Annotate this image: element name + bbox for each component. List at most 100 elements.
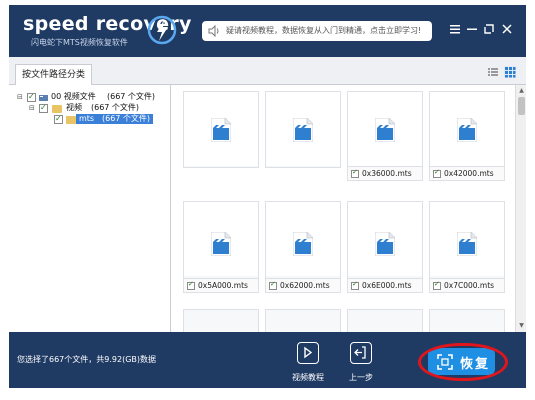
- file-card-footer: 0x7C000.mts: [430, 278, 504, 292]
- menu-icon: [450, 25, 460, 34]
- video-file-icon: [293, 232, 313, 256]
- file-card[interactable]: [183, 309, 259, 332]
- file-thumbnail: [348, 92, 422, 166]
- minimize-icon: [467, 28, 477, 30]
- tree-mts-count: (667 个文件): [102, 114, 151, 123]
- file-card[interactable]: [347, 309, 423, 332]
- file-thumbnail: [430, 92, 504, 166]
- file-card[interactable]: 0x42000.mts: [429, 91, 505, 181]
- file-name: 0x62000.mts: [280, 281, 330, 290]
- menu-button[interactable]: [448, 22, 462, 36]
- file-checkbox[interactable]: [187, 280, 195, 290]
- video-file-icon: [375, 118, 395, 142]
- file-grid: 0x36000.mts 0x42000.mts: [172, 85, 515, 332]
- file-card[interactable]: 0x5A000.mts: [183, 201, 259, 293]
- app-window: speed recovery 闪电蛇下MTS视频恢复软件 疑请视频教程，数据恢复…: [9, 5, 526, 388]
- previous-step-button[interactable]: 上一步: [341, 338, 381, 384]
- back-arrow-icon: [354, 346, 366, 359]
- file-thumbnail: [266, 202, 340, 276]
- file-card[interactable]: 0x6E000.mts: [347, 201, 423, 293]
- file-name: 0x6E000.mts: [362, 281, 412, 290]
- video-file-icon: [293, 118, 313, 142]
- tab-bar: 按文件路径分类: [9, 57, 526, 86]
- folder-icon: [66, 116, 76, 124]
- tree-node-mts[interactable]: mts (667 个文件): [54, 114, 169, 125]
- file-card[interactable]: [183, 91, 259, 168]
- lightning-logo-icon: [147, 15, 177, 45]
- folder-tree: ⊟ 00 视频文件 (667 个文件) ⊟ 视频 (667 个文件) mts: [9, 85, 171, 332]
- file-card-footer: 0x5A000.mts: [184, 278, 258, 292]
- video-file-icon: [375, 232, 395, 256]
- collapse-icon[interactable]: ⊟: [17, 93, 23, 101]
- selection-status: 您选择了667个文件，共9.92(GB)数据: [17, 355, 157, 364]
- video-tutorial-label: 视频教程: [292, 373, 324, 382]
- list-view-icon[interactable]: [487, 66, 499, 78]
- restore-icon: [484, 24, 494, 34]
- drive-icon: [39, 95, 48, 101]
- notice-text: 疑请视频教程，数据恢复从入门到精通，点击立即学习!: [226, 26, 422, 35]
- file-thumbnail: [266, 92, 340, 166]
- file-checkbox[interactable]: [433, 280, 441, 290]
- scroll-thumb[interactable]: [518, 97, 525, 115]
- footer-bar: 您选择了667个文件，共9.92(GB)数据 视频教程 上一步 恢复: [9, 332, 526, 388]
- file-name: 0x42000.mts: [444, 169, 494, 178]
- back-icon: [350, 342, 372, 364]
- minimize-button[interactable]: [465, 22, 479, 36]
- scroll-down-icon[interactable]: ▼: [517, 321, 526, 330]
- file-card[interactable]: [265, 91, 341, 168]
- folder-icon: [52, 105, 62, 113]
- file-name: 0x7C000.mts: [444, 281, 495, 290]
- file-thumbnail: [430, 202, 504, 276]
- file-card-footer: 0x6E000.mts: [348, 278, 422, 292]
- video-file-icon: [211, 118, 231, 142]
- file-checkbox[interactable]: [269, 280, 277, 290]
- title-bar: speed recovery 闪电蛇下MTS视频恢复软件 疑请视频教程，数据恢复…: [9, 5, 526, 57]
- tree-root-count: (667 个文件): [107, 92, 156, 101]
- file-thumbnail: [184, 92, 258, 166]
- tree-mts-label: mts: [79, 114, 95, 123]
- file-card-footer: 0x62000.mts: [266, 278, 340, 292]
- file-card[interactable]: 0x7C000.mts: [429, 201, 505, 293]
- tree-node-video[interactable]: ⊟ 视频 (667 个文件): [29, 103, 169, 114]
- close-icon: [502, 24, 512, 34]
- close-button[interactable]: [500, 22, 514, 36]
- grid-view-icon[interactable]: [504, 66, 516, 78]
- blurred-area: [172, 169, 346, 203]
- play-icon: [297, 342, 319, 364]
- file-card-footer: 0x42000.mts: [430, 166, 504, 180]
- file-card[interactable]: 0x62000.mts: [265, 201, 341, 293]
- previous-step-label: 上一步: [349, 373, 373, 382]
- restore-button[interactable]: [482, 22, 496, 36]
- file-checkbox[interactable]: [351, 168, 359, 178]
- scan-frame-icon: [437, 354, 453, 370]
- content-area: 按文件路径分类 ⊟ 00 视频文件 (667 个: [9, 57, 526, 332]
- app-subtitle: 闪电蛇下MTS视频恢复软件: [31, 38, 128, 47]
- file-name: 0x5A000.mts: [198, 281, 248, 290]
- file-card[interactable]: [265, 309, 341, 332]
- recover-label: 恢复: [460, 357, 491, 372]
- tab-by-path[interactable]: 按文件路径分类: [15, 64, 92, 86]
- video-file-icon: [457, 232, 477, 256]
- tree-node-root[interactable]: ⊟ 00 视频文件 (667 个文件): [17, 92, 167, 103]
- file-name: 0x36000.mts: [362, 169, 412, 178]
- scroll-up-icon[interactable]: ▲: [517, 86, 526, 95]
- file-checkbox[interactable]: [351, 280, 359, 290]
- notice-bar[interactable]: 疑请视频教程，数据恢复从入门到精通，点击立即学习!: [202, 21, 432, 41]
- file-thumbnail: [348, 202, 422, 276]
- play-glyph-icon: [304, 346, 313, 359]
- tree-checkbox-root[interactable]: [27, 92, 36, 102]
- file-card[interactable]: 0x36000.mts: [347, 91, 423, 181]
- video-file-icon: [457, 118, 477, 142]
- tree-video-label: 视频: [66, 103, 82, 112]
- speaker-icon: [208, 25, 219, 37]
- file-checkbox[interactable]: [433, 168, 441, 178]
- tree-checkbox-video[interactable]: [39, 103, 48, 113]
- file-card[interactable]: [429, 309, 505, 332]
- vertical-scrollbar[interactable]: ▲ ▼: [515, 85, 526, 332]
- video-tutorial-button[interactable]: 视频教程: [288, 338, 328, 384]
- tree-checkbox-mts[interactable]: [54, 114, 63, 124]
- recover-button[interactable]: 恢复: [428, 348, 495, 375]
- collapse-icon[interactable]: ⊟: [29, 104, 35, 112]
- file-card-footer: 0x36000.mts: [348, 166, 422, 180]
- tree-root-label: 00 视频文件: [51, 92, 96, 101]
